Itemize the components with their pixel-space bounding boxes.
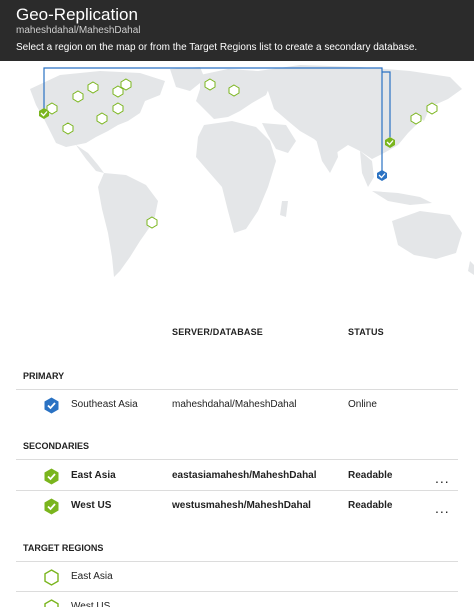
southeast-asia-marker-icon[interactable] xyxy=(377,170,387,181)
region-hexagon-icon[interactable] xyxy=(62,122,74,135)
server-database: eastasiamahesh/MaheshDahal xyxy=(172,470,317,481)
divider xyxy=(16,459,458,460)
empty-hexagon-icon xyxy=(44,599,59,607)
region-hexagon-icon[interactable] xyxy=(96,112,108,125)
region-hexagon-icon[interactable] xyxy=(410,112,422,125)
region-hexagon-icon[interactable] xyxy=(87,81,99,94)
section-label-target-regions: TARGET REGIONS xyxy=(23,543,104,553)
region-hexagon-icon[interactable] xyxy=(204,78,216,91)
divider xyxy=(16,561,458,562)
primary-row[interactable]: Southeast Asia maheshdahal/MaheshDahal O… xyxy=(16,391,458,419)
region-name: East Asia xyxy=(71,571,113,582)
page-subtitle: maheshdahal/MaheshDahal xyxy=(16,25,141,36)
region-name: Southeast Asia xyxy=(71,399,138,410)
section-label-secondaries: SECONDARIES xyxy=(23,441,90,451)
divider xyxy=(16,490,458,491)
server-database: westusmahesh/MaheshDahal xyxy=(172,500,311,511)
instructions-text: Select a region on the map or from the T… xyxy=(16,42,418,53)
region-hexagon-icon[interactable] xyxy=(228,84,240,97)
blue-check-hexagon-icon xyxy=(44,397,59,414)
more-options-button[interactable]: ... xyxy=(435,464,450,492)
continents xyxy=(30,65,474,277)
world-map-svg xyxy=(30,65,474,277)
page-title: Geo-Replication xyxy=(16,5,138,24)
region-name: East Asia xyxy=(71,470,116,481)
target-region-row[interactable]: West US xyxy=(16,593,458,607)
status-value: Readable xyxy=(348,470,393,481)
green-check-hexagon-icon xyxy=(44,498,59,515)
world-map[interactable] xyxy=(0,61,474,306)
more-options-button[interactable]: ... xyxy=(435,494,450,522)
secondary-row-east-asia[interactable]: East Asia eastasiamahesh/MaheshDahal Rea… xyxy=(16,462,458,490)
server-database: maheshdahal/MaheshDahal xyxy=(172,399,297,410)
divider xyxy=(16,591,458,592)
region-name: West US xyxy=(71,601,111,607)
green-check-hexagon-icon xyxy=(44,468,59,485)
empty-hexagon-icon xyxy=(44,569,59,586)
section-label-primary: PRIMARY xyxy=(23,371,65,381)
region-hexagon-icon[interactable] xyxy=(72,90,84,103)
region-hexagon-icon[interactable] xyxy=(112,102,124,115)
target-region-row[interactable]: East Asia xyxy=(16,563,458,591)
region-hexagon-icon[interactable] xyxy=(146,216,158,229)
secondary-row-west-us[interactable]: West US westusmahesh/MaheshDahal Readabl… xyxy=(16,492,458,520)
column-header-server: SERVER/DATABASE xyxy=(172,327,264,337)
blade-header: Geo-Replication maheshdahal/MaheshDahal … xyxy=(0,0,474,61)
region-hexagon-icon[interactable] xyxy=(426,102,438,115)
status-value: Readable xyxy=(348,500,393,511)
divider xyxy=(16,389,458,390)
region-name: West US xyxy=(71,500,112,511)
column-header-status: STATUS xyxy=(348,327,384,337)
region-hexagon-icon[interactable] xyxy=(112,85,124,98)
status-value: Online xyxy=(348,399,377,410)
